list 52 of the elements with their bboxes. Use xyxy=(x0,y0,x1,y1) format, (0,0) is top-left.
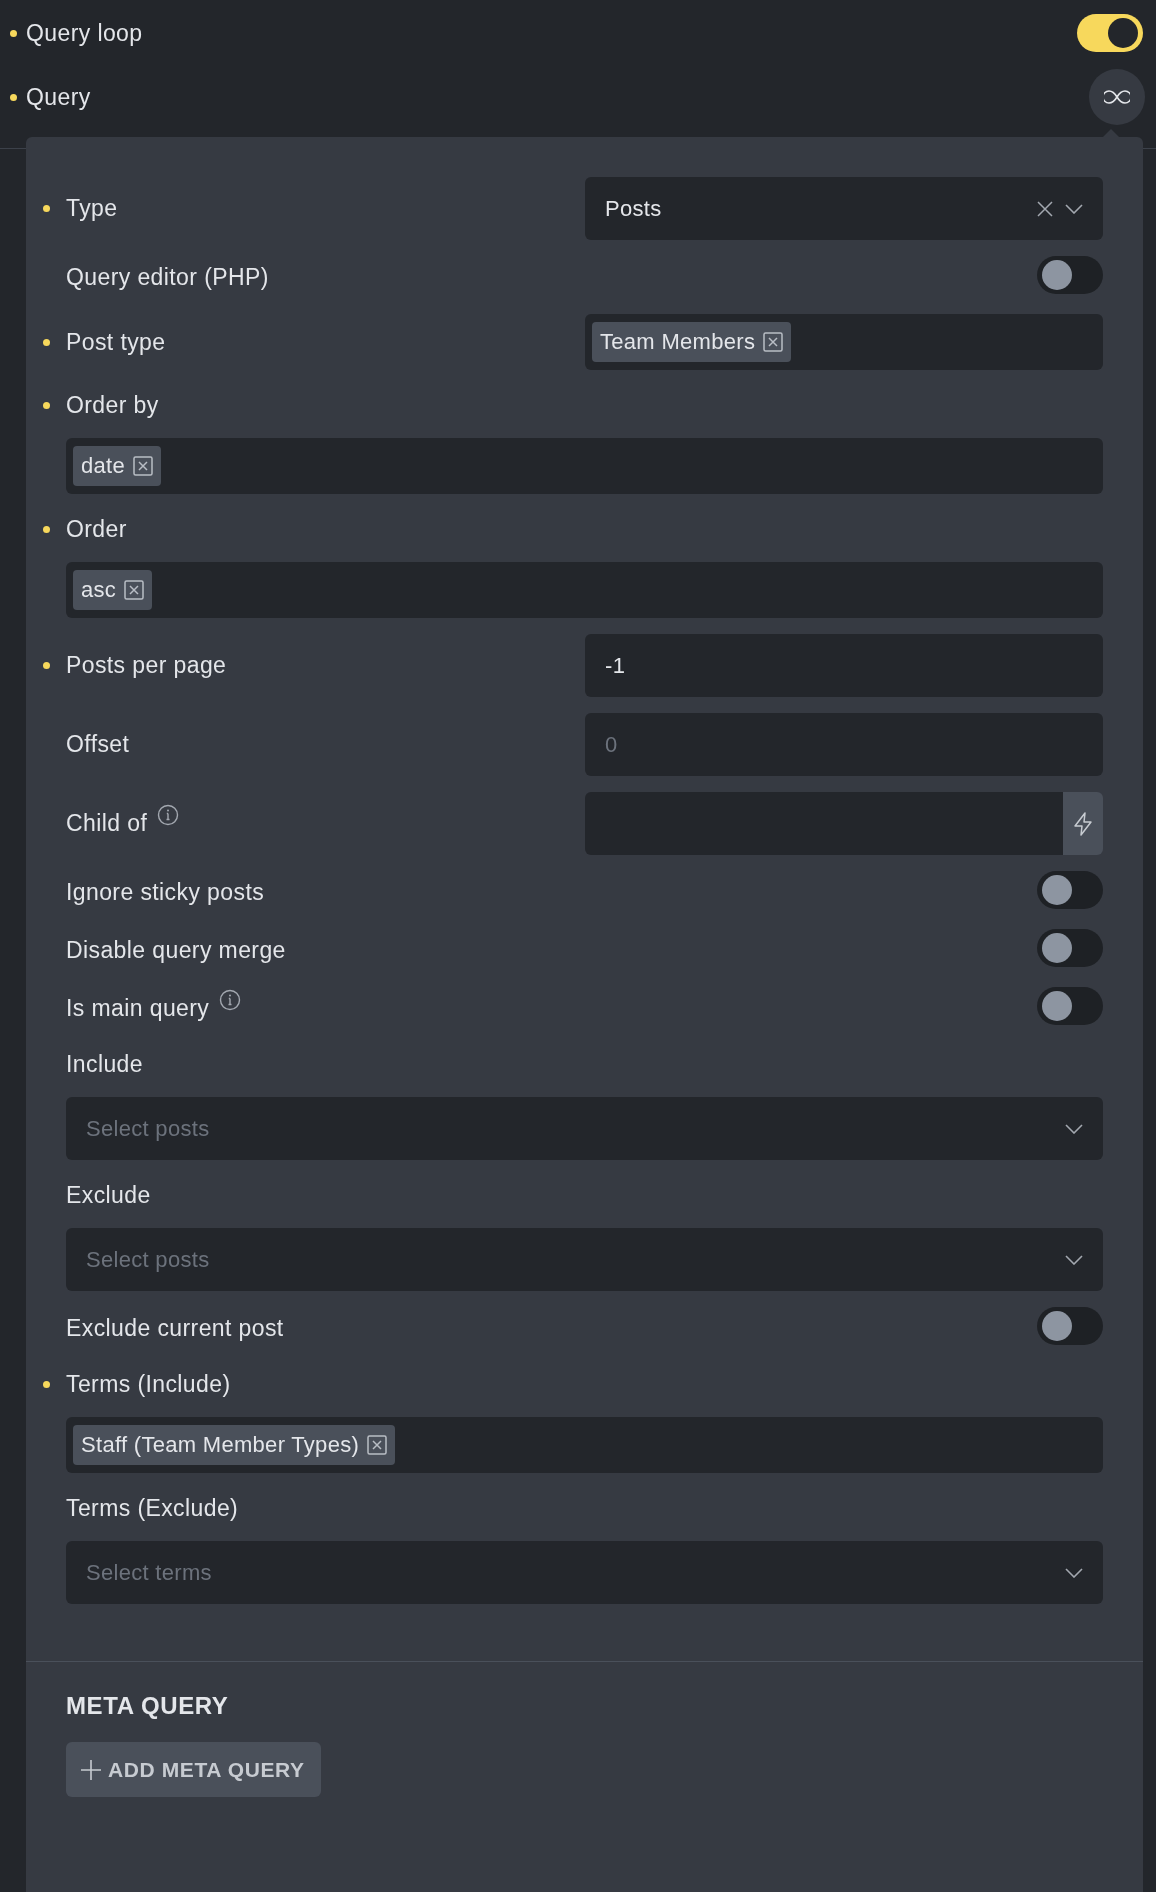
dynamic-data-button[interactable] xyxy=(1063,792,1103,855)
tag-chip: Staff (Team Member Types) xyxy=(73,1425,396,1465)
setting-label: Query xyxy=(26,83,91,110)
tag-chip: asc xyxy=(73,570,153,610)
field-label: Posts per page xyxy=(66,652,227,679)
field-label: Type xyxy=(66,195,118,222)
infinity-icon xyxy=(1104,90,1130,104)
toggle-switch[interactable] xyxy=(1037,871,1103,909)
clear-icon[interactable] xyxy=(1037,200,1053,217)
select-field[interactable]: Posts xyxy=(585,177,1103,240)
remove-tag-icon[interactable] xyxy=(763,332,784,352)
chevron-down-icon xyxy=(1065,203,1083,214)
field-label: Ignore sticky posts xyxy=(66,878,265,906)
field-label: Post type xyxy=(66,328,166,356)
toggle-switch[interactable] xyxy=(1077,14,1143,52)
chevron-down-icon xyxy=(1065,1254,1083,1265)
tag-chip: Team Members xyxy=(592,322,792,362)
tags-field[interactable]: date xyxy=(66,438,1103,494)
field-label: Order by xyxy=(66,391,159,419)
remove-tag-icon[interactable] xyxy=(124,580,145,600)
tags-field[interactable]: asc xyxy=(66,562,1103,618)
field-label: Terms (Include) xyxy=(66,1370,231,1398)
field-label: Query editor (PHP) xyxy=(66,263,269,291)
remove-tag-icon[interactable] xyxy=(367,1435,388,1455)
field-label: Is main query xyxy=(66,994,210,1022)
number-field[interactable]: 0 xyxy=(585,713,1103,776)
query-loop-button[interactable] xyxy=(1089,69,1145,125)
field-label: Terms (Exclude) xyxy=(66,1494,239,1522)
chevron-down-icon xyxy=(1065,1567,1083,1578)
toggle-switch[interactable] xyxy=(1037,987,1103,1025)
setting-label: Query loop xyxy=(26,19,143,46)
field-label: Order xyxy=(66,515,127,543)
chevron-down-icon xyxy=(1065,1123,1083,1134)
section-heading: META QUERY xyxy=(66,1692,230,1720)
lightning-icon xyxy=(1073,811,1093,836)
field-label: Include xyxy=(66,1050,143,1078)
remove-tag-icon[interactable] xyxy=(133,456,154,476)
tags-field[interactable]: Staff (Team Member Types) xyxy=(66,1417,1103,1473)
number-field[interactable]: -1 xyxy=(585,634,1103,697)
toggle-switch[interactable] xyxy=(1037,929,1103,967)
add-meta-query-button[interactable]: ADD META QUERY xyxy=(66,1742,321,1797)
plus-icon xyxy=(80,1758,102,1781)
field-label: Exclude xyxy=(66,1181,151,1209)
field-label: Disable query merge xyxy=(66,936,286,964)
toggle-switch[interactable] xyxy=(1037,1307,1103,1345)
tag-chip: date xyxy=(73,446,162,486)
tags-field[interactable]: Team Members xyxy=(585,314,1103,370)
toggle-switch[interactable] xyxy=(1037,256,1103,294)
field-label: Child of xyxy=(66,810,148,837)
field-label: Offset xyxy=(66,731,130,758)
input-field[interactable] xyxy=(585,792,1063,855)
field-label: Exclude current post xyxy=(66,1314,284,1342)
